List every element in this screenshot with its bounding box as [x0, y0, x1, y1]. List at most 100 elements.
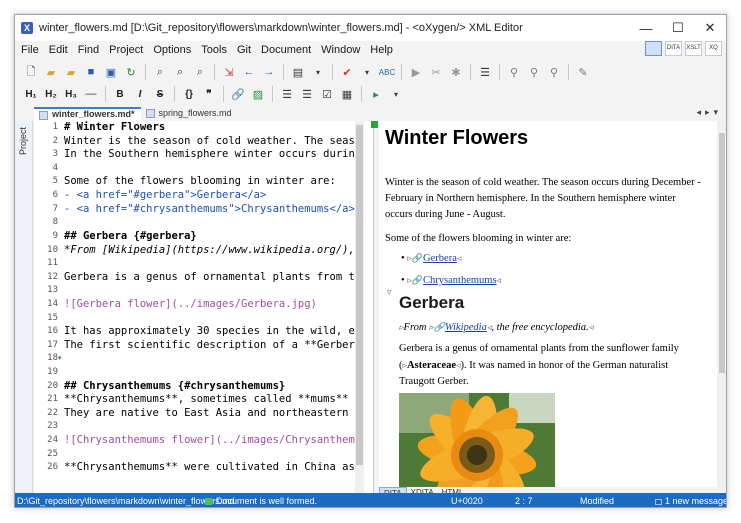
bookmark-icon[interactable]: ⇲: [221, 64, 237, 80]
code-line[interactable]: Some of the flowers blooming in winter a…: [64, 175, 336, 189]
code-line[interactable]: They are native to East Asia and northea…: [64, 407, 361, 421]
heading-3-icon[interactable]: H₃: [63, 86, 79, 102]
menu-edit[interactable]: Edit: [44, 44, 73, 56]
link-icon[interactable]: 🔗: [230, 86, 246, 102]
project-panel-label[interactable]: Project: [18, 127, 28, 155]
editor-perspective-button[interactable]: [645, 41, 662, 56]
menu-project[interactable]: Project: [104, 44, 148, 56]
menu-file[interactable]: File: [15, 44, 44, 56]
task-list-icon[interactable]: ☑: [319, 86, 335, 102]
apply-transformation-icon[interactable]: ▶: [408, 64, 424, 80]
find-icon[interactable]: ⌕: [152, 64, 168, 80]
debug-icon[interactable]: ✱: [448, 64, 464, 80]
format-indent-icon[interactable]: ☰: [477, 64, 493, 80]
horizontal-rule-icon[interactable]: —: [83, 86, 99, 102]
code-line[interactable]: ## Gerbera {#gerbera}: [64, 230, 197, 244]
export-dropdown-icon[interactable]: ▾: [388, 86, 404, 102]
validate-dropdown-icon[interactable]: ▾: [359, 64, 375, 80]
code-line[interactable]: ## Chrysanthemums {#chrysanthemums}: [64, 380, 285, 394]
line-number: 15: [47, 313, 58, 323]
code-line[interactable]: Gerbera is a genus of ornamental plants …: [64, 271, 361, 285]
ok-icon: [205, 498, 212, 505]
menu-git[interactable]: Git: [232, 44, 256, 56]
status-unicode: U+0020: [451, 496, 483, 506]
chrysanthemums-link[interactable]: Chrysanthemums: [423, 275, 497, 286]
editor-scroll-thumb[interactable]: [356, 125, 363, 465]
strikethrough-icon[interactable]: S: [152, 86, 168, 102]
preview-scroll-thumb[interactable]: [719, 133, 725, 373]
menu-help[interactable]: Help: [365, 44, 398, 56]
open-url-icon[interactable]: ▰: [63, 64, 79, 80]
new-file-icon[interactable]: 🗋: [23, 64, 39, 80]
dita-perspective-button[interactable]: DITA: [665, 41, 682, 56]
code-line[interactable]: **Chrysanthemums** were cultivated in Ch…: [64, 461, 361, 475]
preview-scrollbar[interactable]: [717, 121, 726, 487]
spellcheck-icon[interactable]: ABC: [379, 64, 395, 80]
heading-2-icon[interactable]: H₂: [43, 86, 59, 102]
maximize-button[interactable]: ☐: [662, 15, 694, 41]
code-line[interactable]: **Chrysanthemums**, sometimes called **m…: [64, 393, 361, 407]
code-line[interactable]: Winter is the season of cold weather. Th…: [64, 135, 361, 149]
open-file-icon[interactable]: ▰: [43, 64, 59, 80]
menu-document[interactable]: Document: [256, 44, 316, 56]
code-line[interactable]: - <a href="#chrysanthemums">Chrysanthemu…: [64, 203, 355, 217]
save-icon[interactable]: ■: [83, 64, 99, 80]
menu-tools[interactable]: Tools: [196, 44, 232, 56]
code-icon[interactable]: {}: [181, 86, 197, 102]
code-line[interactable]: # Winter Flowers: [64, 121, 165, 135]
tab-winter-flowers[interactable]: winter_flowers.md*: [34, 107, 141, 121]
tab-spring-flowers[interactable]: spring_flowers.md: [141, 107, 238, 121]
heading-1-icon[interactable]: H₁: [23, 86, 39, 102]
back-icon[interactable]: ←: [241, 64, 257, 80]
editor-scrollbar[interactable]: [355, 121, 364, 493]
line-number: 12: [47, 272, 58, 282]
minimize-button[interactable]: —: [630, 15, 662, 41]
table-icon[interactable]: ▦: [339, 86, 355, 102]
menu-find[interactable]: Find: [73, 44, 104, 56]
page-setup-icon[interactable]: ▤: [290, 64, 306, 80]
project-side-panel[interactable]: Project: [15, 121, 33, 493]
tab-navigation-arrows[interactable]: ◂▸▾: [696, 107, 722, 118]
save-all-icon[interactable]: ▣: [103, 64, 119, 80]
xslt-perspective-button[interactable]: XSLT: [685, 41, 702, 56]
code-line[interactable]: It has approximately 30 species in the w…: [64, 325, 361, 339]
menu-options[interactable]: Options: [148, 44, 196, 56]
line-number: 26: [47, 462, 58, 472]
code-line[interactable]: ![Gerbera flower](../images/Gerbera.jpg): [64, 298, 317, 312]
italic-icon[interactable]: I: [132, 86, 148, 102]
reload-icon[interactable]: ↻: [123, 64, 139, 80]
wikipedia-link[interactable]: Wikipedia: [445, 322, 487, 333]
ordered-list-icon[interactable]: ☰: [299, 86, 315, 102]
quote-icon[interactable]: ❞: [201, 86, 217, 102]
code-line[interactable]: - <a href="#gerbera">Gerbera</a>: [64, 189, 266, 203]
find-replace-icon[interactable]: ⌕: [192, 64, 208, 80]
dropdown-arrow-icon[interactable]: ▾: [310, 64, 326, 80]
validate-icon[interactable]: ✔: [339, 64, 355, 80]
xpath-icon[interactable]: ⚲: [506, 64, 522, 80]
status-messages[interactable]: 1 new message(s): [655, 496, 726, 506]
section-fold-icon[interactable]: ▿: [387, 287, 392, 298]
xpath-builder-icon[interactable]: ⚲: [526, 64, 542, 80]
gerbera-link[interactable]: Gerbera: [423, 253, 457, 264]
export-icon[interactable]: ▸: [368, 86, 384, 102]
find-in-files-icon[interactable]: ⌕: [172, 64, 188, 80]
menu-window[interactable]: Window: [316, 44, 365, 56]
code-line[interactable]: *From [Wikipedia](https://www.wikipedia.…: [64, 244, 361, 258]
bold-icon[interactable]: B: [112, 86, 128, 102]
gerbera-image: [399, 393, 555, 487]
code-line[interactable]: The first scientific description of a **…: [64, 339, 361, 353]
unordered-list-icon[interactable]: ☰: [279, 86, 295, 102]
pin-icon[interactable]: ⚲: [546, 64, 562, 80]
edit-icon[interactable]: ✎: [575, 64, 591, 80]
text-editor[interactable]: 1 2 3 4 5 6 7 8 9 10 11 12 13 14 15 16 1…: [34, 121, 374, 493]
close-button[interactable]: ✕: [694, 15, 726, 41]
line-number: 18: [47, 353, 58, 363]
fold-toggle-icon[interactable]: ▾: [58, 354, 62, 362]
xquery-perspective-button[interactable]: XQ: [705, 41, 722, 56]
forward-icon[interactable]: →: [261, 64, 277, 80]
status-modified: Modified: [580, 496, 615, 506]
configure-transformation-icon[interactable]: ✂: [428, 64, 444, 80]
image-icon[interactable]: ▨: [250, 86, 266, 102]
code-line[interactable]: In the Southern hemisphere winter occurs…: [64, 148, 361, 162]
code-line[interactable]: ![Chrysanthemums flower](../images/Chrys…: [64, 434, 361, 448]
